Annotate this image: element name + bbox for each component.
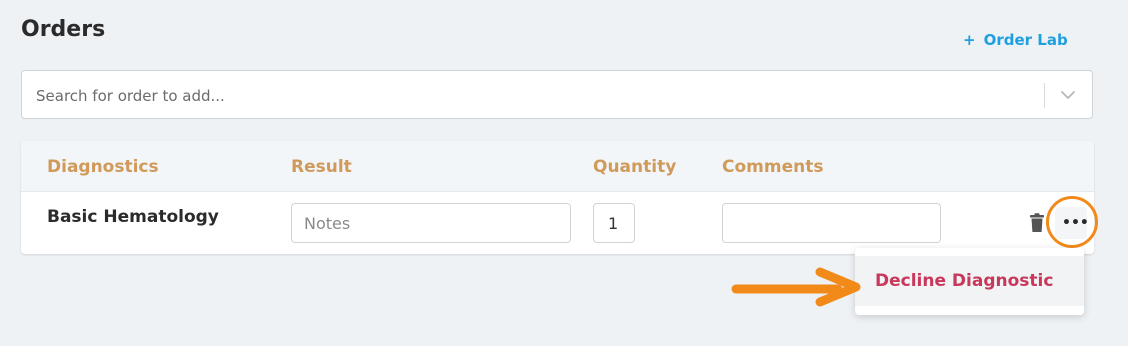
- diagnostic-name: Basic Hematology: [47, 207, 219, 227]
- orders-table: Diagnostics Result Quantity Comments Bas…: [21, 141, 1098, 254]
- quantity-input[interactable]: [593, 203, 635, 243]
- order-lab-button[interactable]: + Order Lab: [963, 31, 1068, 49]
- comments-input[interactable]: [722, 203, 941, 243]
- order-lab-label: Order Lab: [983, 31, 1068, 49]
- more-horizontal-icon: •••: [1062, 215, 1089, 231]
- order-search[interactable]: [21, 70, 1093, 119]
- search-input[interactable]: [34, 83, 1018, 109]
- plus-icon: +: [963, 31, 976, 49]
- decline-diagnostic-label: Decline Diagnostic: [875, 271, 1054, 291]
- column-header-comments: Comments: [722, 157, 824, 177]
- table-header: Diagnostics Result Quantity Comments: [21, 141, 1094, 192]
- result-notes-input[interactable]: [291, 203, 571, 243]
- search-separator: [1044, 83, 1045, 108]
- trash-icon[interactable]: [1029, 213, 1045, 233]
- row-actions-dropdown: Decline Diagnostic: [855, 248, 1084, 315]
- page-title: Orders: [21, 17, 106, 42]
- more-actions-button[interactable]: •••: [1055, 207, 1089, 239]
- column-header-quantity: Quantity: [593, 157, 677, 177]
- decline-diagnostic-menu-item[interactable]: Decline Diagnostic: [855, 256, 1084, 306]
- chevron-down-icon[interactable]: [1058, 85, 1078, 105]
- column-header-diagnostics: Diagnostics: [47, 157, 159, 177]
- column-header-result: Result: [291, 157, 352, 177]
- arrow-right-icon: [731, 267, 861, 307]
